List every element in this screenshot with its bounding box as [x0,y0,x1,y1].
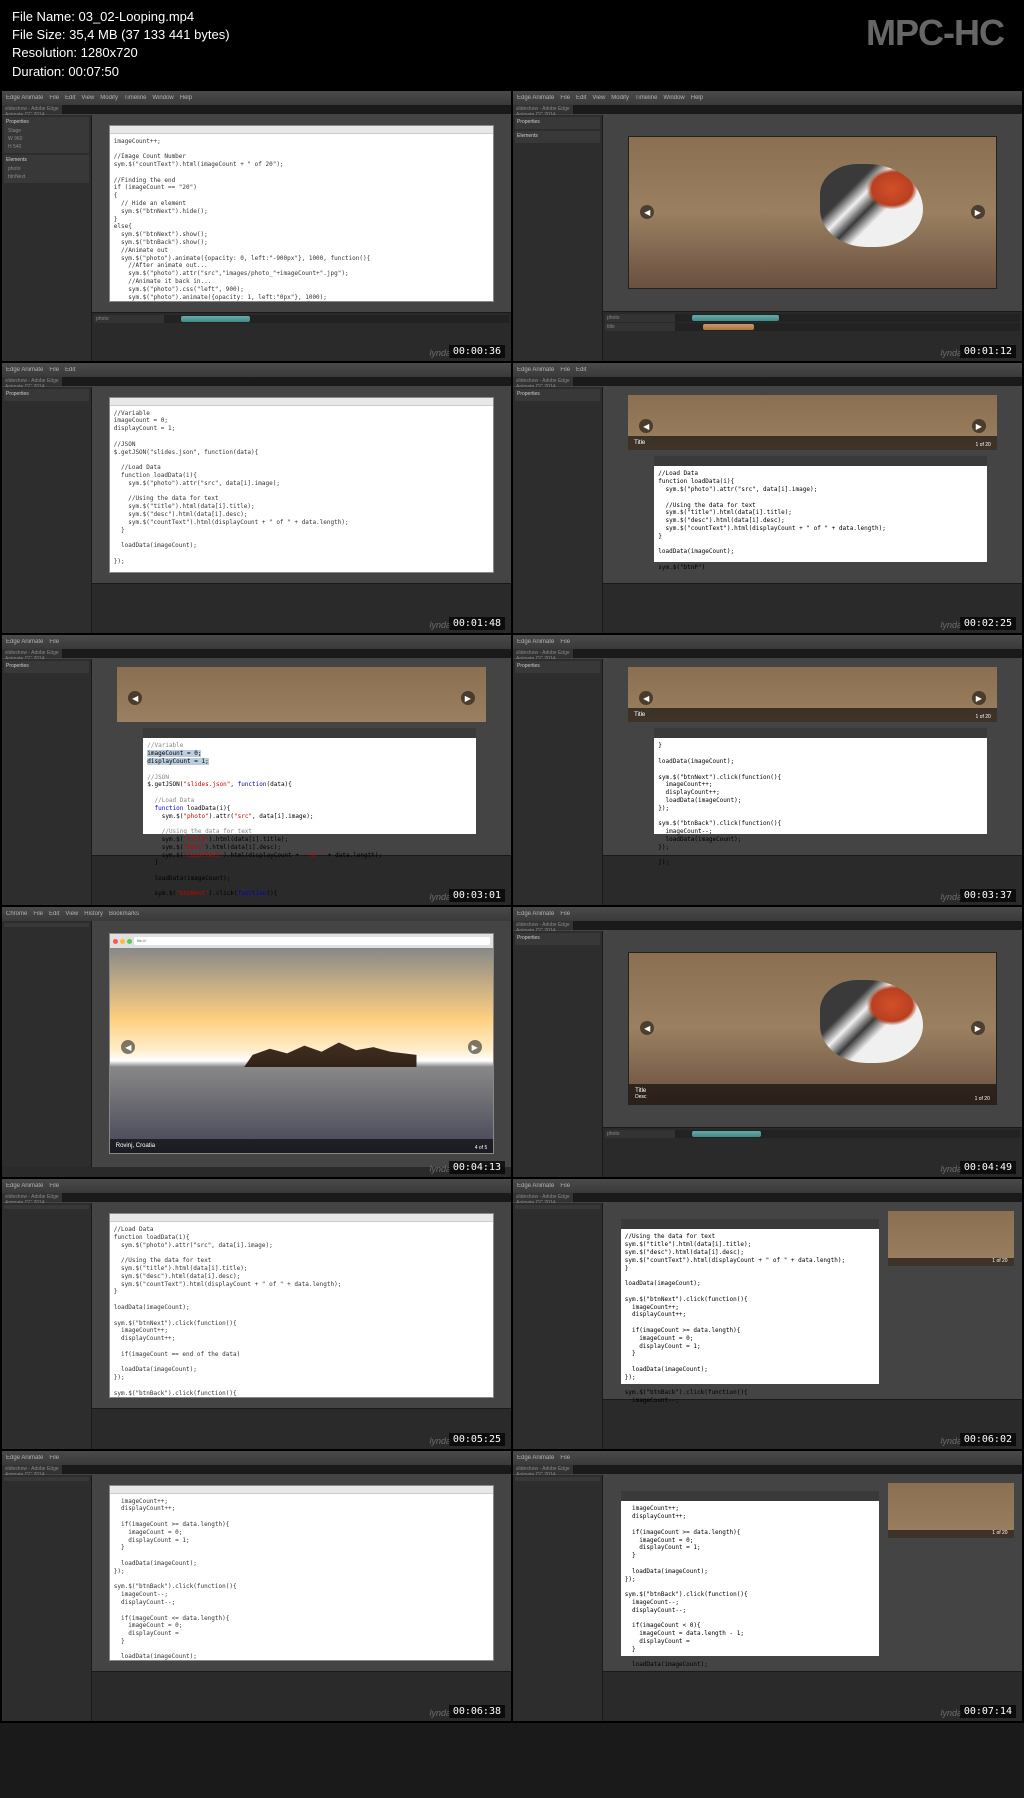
prev-button[interactable]: ◀ [121,1040,135,1054]
thumbnail-1[interactable]: Edge AnimateFileEditViewModifyTimelineWi… [2,91,511,361]
next-button[interactable]: ▶ [971,1021,985,1035]
next-button[interactable]: ▶ [971,205,985,219]
resolution: 1280x720 [81,45,138,60]
thumbnail-6[interactable]: Edge AnimateFile slideshow - Adobe Edge … [513,635,1022,905]
browser-menu: ChromeFileEditViewHistoryBookmarks [2,907,511,921]
watermark: lynda [429,348,451,358]
thumbnail-3[interactable]: Edge AnimateFileEdit slideshow - Adobe E… [2,363,511,633]
thumbnail-grid: Edge AnimateFileEditViewModifyTimelineWi… [0,89,1024,1723]
url-bar[interactable]: file:/// [134,937,490,945]
thumbnail-8[interactable]: Edge AnimateFile slideshow - Adobe Edge … [513,907,1022,1177]
filename: 03_02-Looping.mp4 [78,9,194,24]
code-popup: imageCount++; displayCount++; if(imageCo… [620,1490,880,1657]
bird-image [820,980,923,1063]
browser-window: file:/// ◀ ▶ Rovinj, Croatia4 of 5 [109,933,494,1154]
menu-bar: Edge AnimateFileEditViewModifyTimelineWi… [2,91,511,105]
mpc-logo: MPC-HC [866,12,1004,54]
side-panel: PropertiesStageW 960H 540 Elementsphotob… [2,115,92,361]
bird-image [820,164,923,247]
code-popup: //Using the data for text sym.$("title")… [620,1218,880,1385]
document-tab: slideshow - Adobe Edge Animate CC 2014 [2,105,62,114]
thumbnail-10[interactable]: Edge AnimateFile slideshow - Adobe Edge … [513,1179,1022,1449]
sunset-slideshow: ◀ ▶ Rovinj, Croatia4 of 5 [110,948,493,1153]
code-editor: imageCount++; //Image Count Number sym.$… [109,125,494,303]
prev-button[interactable]: ◀ [640,1021,654,1035]
thumbnail-11[interactable]: Edge AnimateFile slideshow - Adobe Edge … [2,1451,511,1721]
code-popup: //Variable imageCount = 0; displayCount … [142,727,477,835]
next-button[interactable]: ▶ [468,1040,482,1054]
prev-button[interactable]: ◀ [640,205,654,219]
filesize: 35,4 MB (37 133 441 bytes) [69,27,229,42]
code-popup: //Load Data function loadData(i){ sym.$(… [653,455,988,563]
thumbnail-4[interactable]: Edge AnimateFileEdit slideshow - Adobe E… [513,363,1022,633]
file-info-header: File Name: 03_02-Looping.mp4 File Size: … [0,0,1024,89]
thumbnail-2[interactable]: Edge AnimateFileEditViewModifyTimelineWi… [513,91,1022,361]
code-editor: //Load Data function loadData(i){ sym.$(… [109,1213,494,1398]
timestamp: 00:00:36 [449,345,505,358]
code-popup: } loadData(imageCount); sym.$("btnNext")… [653,727,988,835]
duration: 00:07:50 [68,64,119,79]
slideshow-preview: ◀ ▶ [628,136,997,289]
thumbnail-5[interactable]: Edge AnimateFile slideshow - Adobe Edge … [2,635,511,905]
thumbnail-9[interactable]: Edge AnimateFile slideshow - Adobe Edge … [2,1179,511,1449]
thumbnail-12[interactable]: Edge AnimateFile slideshow - Adobe Edge … [513,1451,1022,1721]
code-editor: //Variable imageCount = 0; displayCount … [109,397,494,573]
code-editor: imageCount++; displayCount++; if(imageCo… [109,1485,494,1661]
slideshow-preview: ◀ ▶ TitleDesc1 of 20 [628,952,997,1105]
thumbnail-7[interactable]: ChromeFileEditViewHistoryBookmarks file:… [2,907,511,1177]
